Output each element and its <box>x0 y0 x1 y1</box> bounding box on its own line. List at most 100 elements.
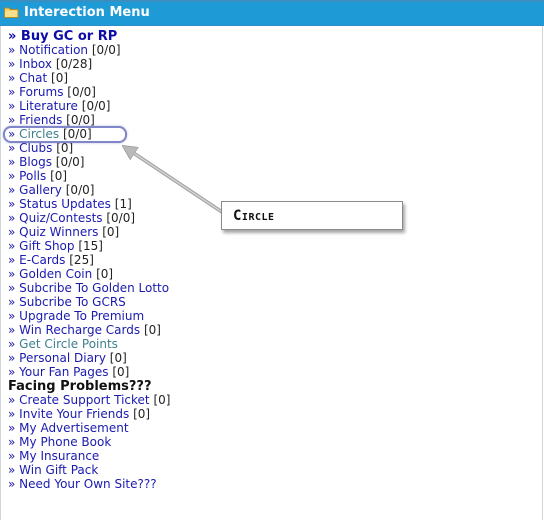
bullet-glyph: » <box>8 449 16 463</box>
menu-item-label[interactable]: Golden Coin <box>19 267 92 281</box>
menu-item-label[interactable]: Quiz Winners <box>19 225 98 239</box>
menu-item-gcrs[interactable]: » Subcribe To GCRS <box>8 295 170 309</box>
menu-item-label[interactable]: Literature <box>19 99 78 113</box>
menu-item-polls[interactable]: » Polls [0] <box>8 169 170 183</box>
menu-item-count: [15] <box>78 239 103 253</box>
bullet-glyph: » <box>8 295 16 309</box>
menu-item-win-gift-pack[interactable]: » Win Gift Pack <box>8 463 170 477</box>
menu-item-quiz-winners[interactable]: » Quiz Winners [0] <box>8 225 170 239</box>
menu-title: Interection Menu <box>24 5 150 20</box>
menu-item-label[interactable]: Clubs <box>19 141 52 155</box>
bullet-glyph: » <box>8 421 16 435</box>
menu-item-label[interactable]: Invite Your Friends <box>19 407 129 421</box>
menu-item-count: [0/0] <box>91 43 121 57</box>
menu-item-gift-shop[interactable]: » Gift Shop [15] <box>8 239 170 253</box>
menu-item-label[interactable]: My Phone Book <box>19 435 111 449</box>
menu-item-label[interactable]: Gift Shop <box>19 239 74 253</box>
menu-item-notification[interactable]: » Notification [0/0] <box>8 43 170 57</box>
menu-item-golden-coin[interactable]: » Golden Coin [0] <box>8 267 170 281</box>
menu-item-label[interactable]: Upgrade To Premium <box>19 309 144 323</box>
menu-item-label[interactable]: Win Gift Pack <box>19 463 98 477</box>
menu-item-count: [1] <box>114 197 132 211</box>
menu-item-label[interactable]: Win Recharge Cards <box>19 323 140 337</box>
bullet-glyph: » <box>8 435 16 449</box>
menu-item-win-recharge[interactable]: » Win Recharge Cards [0] <box>8 323 170 337</box>
interaction-menu-list: » Buy GC or RP » Notification [0/0] » In… <box>8 29 170 492</box>
frame-border-right <box>542 26 543 520</box>
annotation-callout: Circle <box>221 201 403 230</box>
menu-item-label[interactable]: Subcribe To GCRS <box>19 295 126 309</box>
bullet-glyph: » <box>8 393 16 407</box>
frame-border-left <box>0 26 1 520</box>
menu-item-label[interactable]: Gallery <box>19 183 62 197</box>
buy-gc-link[interactable]: » Buy GC or RP <box>8 29 117 44</box>
menu-item-count: [0/0] <box>67 85 96 99</box>
menu-item-label[interactable]: Quiz/Contests <box>19 211 102 225</box>
bullet-glyph: » <box>8 183 16 197</box>
menu-item-personal-diary[interactable]: » Personal Diary [0] <box>8 351 170 365</box>
annotation-label: Circle <box>233 208 275 224</box>
menu-item-clubs[interactable]: » Clubs [0] <box>8 141 170 155</box>
menu-item-forums[interactable]: » Forums [0/0] <box>8 85 170 99</box>
menu-item-label[interactable]: Status Updates <box>19 197 111 211</box>
menu-item-label[interactable]: My Advertisement <box>19 421 128 435</box>
bullet-glyph: » <box>8 407 16 421</box>
menu-item-label[interactable]: Create Support Ticket <box>19 393 149 407</box>
menu-item-count: [0/0] <box>106 211 136 225</box>
menu-item-label[interactable]: My Insurance <box>19 449 99 463</box>
menu-item-count: [0] <box>133 407 151 421</box>
menu-item-count: [0/0] <box>66 113 95 127</box>
menu-item-friends[interactable]: » Friends [0/0] <box>8 113 170 127</box>
menu-item-status-updates[interactable]: » Status Updates [1] <box>8 197 170 211</box>
circles-highlight-ring <box>3 126 127 143</box>
menu-item-gallery[interactable]: » Gallery [0/0] <box>8 183 170 197</box>
bullet-glyph: » <box>8 253 16 267</box>
menu-item-inbox[interactable]: » Inbox [0/28] <box>8 57 170 71</box>
menu-item-count: [25] <box>69 253 94 267</box>
menu-item-fan-pages[interactable]: » Your Fan Pages [0] <box>8 365 170 379</box>
menu-item-circle-points[interactable]: » Get Circle Points <box>8 337 170 351</box>
bullet-glyph: » <box>8 323 16 337</box>
bullet-glyph: » <box>8 85 16 99</box>
bullet-glyph: » <box>8 57 16 71</box>
menu-item-buy-gc[interactable]: » Buy GC or RP <box>8 29 170 44</box>
bullet-glyph: » <box>8 155 16 169</box>
menu-item-count: [0/0] <box>55 155 85 169</box>
menu-item-label[interactable]: Need Your Own Site??? <box>19 477 156 491</box>
header-rule <box>0 25 544 26</box>
menu-item-label[interactable]: Inbox <box>19 57 52 71</box>
menu-item-label[interactable]: Your Fan Pages <box>19 365 108 379</box>
menu-item-my-insurance[interactable]: » My Insurance <box>8 449 170 463</box>
bullet-glyph: » <box>8 43 16 57</box>
menu-item-phone-book[interactable]: » My Phone Book <box>8 435 170 449</box>
menu-item-golden-lotto[interactable]: » Subcribe To Golden Lotto <box>8 281 170 295</box>
menu-item-chat[interactable]: » Chat [0] <box>8 71 170 85</box>
menu-item-count: [0] <box>112 365 130 379</box>
menu-item-literature[interactable]: » Literature [0/0] <box>8 99 170 113</box>
menu-item-label[interactable]: E-Cards <box>19 253 65 267</box>
bullet-glyph: » <box>8 463 16 477</box>
menu-item-count: [0] <box>51 71 69 85</box>
menu-item-label[interactable]: Blogs <box>19 155 52 169</box>
menu-item-e-cards[interactable]: » E-Cards [25] <box>8 253 170 267</box>
menu-item-label[interactable]: Polls <box>19 169 46 183</box>
menu-item-label[interactable]: Personal Diary <box>19 351 106 365</box>
menu-item-label[interactable]: Forums <box>19 85 63 99</box>
bullet-glyph: » <box>8 337 16 351</box>
menu-item-label[interactable]: Friends <box>19 113 62 127</box>
bullet-glyph: » <box>8 197 16 211</box>
menu-item-my-advertisement[interactable]: » My Advertisement <box>8 421 170 435</box>
menu-item-label[interactable]: Chat <box>19 71 47 85</box>
menu-item-invite-friends[interactable]: » Invite Your Friends [0] <box>8 407 170 421</box>
bullet-glyph: » <box>8 239 16 253</box>
menu-item-support-ticket[interactable]: » Create Support Ticket [0] <box>8 393 170 407</box>
menu-item-upgrade-premium[interactable]: » Upgrade To Premium <box>8 309 170 323</box>
menu-item-label[interactable]: Notification <box>19 43 88 57</box>
menu-item-quiz-contests[interactable]: » Quiz/Contests [0/0] <box>8 211 170 225</box>
bullet-glyph: » <box>8 71 16 85</box>
bullet-glyph: » <box>8 351 16 365</box>
menu-item-label[interactable]: Get Circle Points <box>19 337 118 351</box>
menu-item-own-site[interactable]: » Need Your Own Site??? <box>8 477 170 491</box>
menu-item-blogs[interactable]: » Blogs [0/0] <box>8 155 170 169</box>
menu-item-label[interactable]: Subcribe To Golden Lotto <box>19 281 169 295</box>
